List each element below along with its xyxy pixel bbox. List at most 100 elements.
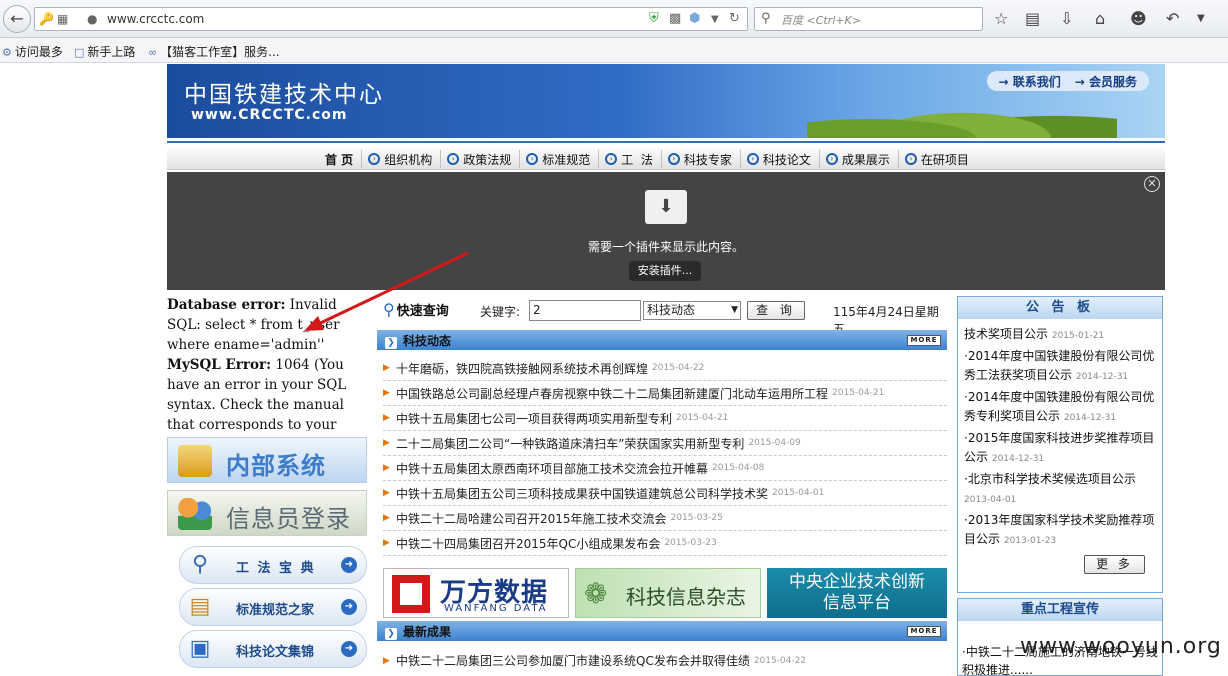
- notice-item[interactable]: 技术奖项目公示 2015-01-21: [964, 325, 1160, 347]
- nav-item-standards[interactable]: › 标准规范: [519, 150, 598, 168]
- reading-list-icon[interactable]: ▤: [1025, 9, 1040, 28]
- news-title[interactable]: 二十二局集团二公司“一种铁路道床清扫车”荣获国家实用新型专利: [396, 435, 744, 452]
- undo-icon[interactable]: ↶: [1166, 9, 1179, 28]
- notice-item[interactable]: ·北京市科学技术奖候选项目公示 2013-04-01: [964, 470, 1160, 511]
- internal-system-button[interactable]: 内部系统: [167, 437, 367, 483]
- search-button[interactable]: 查 询: [747, 301, 805, 320]
- list-item[interactable]: ▶ 二十二局集团二公司“一种铁路道床清扫车”荣获国家实用新型专利 2015-04-0…: [383, 431, 947, 456]
- list-item[interactable]: ▶ 中铁二十二局哈建公司召开2015年施工技术交流会 2015-03-25: [383, 506, 947, 531]
- search-bar[interactable]: ⚲ 百度 <Ctrl+K>: [754, 7, 983, 31]
- list-item[interactable]: ▶ 中国铁路总公司副总经理卢春房视察中铁二十二局集团新建厦门北动车运用所工程 201…: [383, 381, 947, 406]
- hexagon-icon[interactable]: ⬢: [689, 11, 700, 26]
- news-title[interactable]: 中铁十五局集团太原西南环项目部施工技术交流会拉开帷幕: [396, 460, 708, 477]
- bookmark-getting-started[interactable]: □ 新手上路: [74, 43, 135, 60]
- method-handbook-link[interactable]: ⚲ 工 法 宝 典 ➜: [179, 546, 367, 584]
- menu-dropdown-icon[interactable]: ▼: [1197, 13, 1205, 24]
- nav-item-policy[interactable]: › 政策法规: [440, 150, 519, 168]
- member-service-link[interactable]: → 会员服务: [1075, 73, 1137, 90]
- list-item[interactable]: ▶ 中铁十五局集团七公司一项目获得两项实用新型专利 2015-04-21: [383, 406, 947, 431]
- nav-item-experts[interactable]: › 科技专家: [660, 150, 740, 168]
- address-bar[interactable]: 🔑 ▦ ● www.crcctc.com ⛨ ▩ ⬢ ▼ ↻: [34, 7, 748, 31]
- keyword-label: 关键字:: [480, 305, 521, 319]
- nav-item-achievements[interactable]: › 成果展示: [818, 150, 898, 168]
- quick-search-label: 快速查询: [396, 304, 449, 319]
- latest-more-button[interactable]: MORE: [907, 626, 941, 637]
- magnifier-icon: ⚲: [383, 300, 395, 319]
- bullet-arrow-icon: ▶: [383, 655, 390, 666]
- category-select[interactable]: 科技动态 ▼: [643, 301, 741, 320]
- top-links: → 联系我们 → 会员服务: [986, 71, 1149, 91]
- reload-icon[interactable]: ↻: [729, 11, 740, 26]
- close-icon[interactable]: ✕: [1144, 176, 1160, 192]
- back-button[interactable]: ←: [3, 5, 31, 33]
- list-item[interactable]: ▶ 中铁十五局集团五公司三项科技成果获中国铁道建筑总公司科学技术奖 2015-04-…: [383, 481, 947, 506]
- nav-home[interactable]: 首 页: [325, 151, 353, 168]
- home-icon[interactable]: ⌂: [1095, 9, 1105, 28]
- papers-collection-link[interactable]: ▣ 科技论文集锦 ➜: [179, 630, 367, 668]
- bullet-arrow-icon: ▶: [383, 363, 390, 373]
- bullet-arrow-icon: ▶: [383, 488, 390, 498]
- notice-item[interactable]: ·2014年度中国铁建股份有限公司优秀工法获奖项目公示 2014-12-31: [964, 347, 1160, 388]
- news-title[interactable]: 中铁十五局集团五公司三项科技成果获中国铁道建筑总公司科学技术奖: [396, 485, 768, 502]
- news-title[interactable]: 中铁十五局集团七公司一项目获得两项实用新型专利: [396, 410, 672, 427]
- tech-magazine-ad[interactable]: ❁ 科技信息杂志: [575, 568, 761, 618]
- notice-item[interactable]: ·2014年度中国铁建股份有限公司优秀专利奖项目公示 2014-12-31: [964, 388, 1160, 429]
- url-text[interactable]: www.crcctc.com: [107, 12, 204, 26]
- notice-item[interactable]: ·2013年度国家科学技术奖励推荐项目公示 2013-01-23: [964, 511, 1160, 548]
- download-icon[interactable]: ⇩: [1060, 9, 1073, 28]
- list-item[interactable]: ▶ 中铁二十四局集团召开2015年QC小组成果发布会 2015-03-23: [383, 531, 947, 556]
- dropdown-arrow-icon[interactable]: ▼: [711, 14, 719, 25]
- section-title: 科技动态: [403, 334, 452, 348]
- tech-news-more-button[interactable]: MORE: [907, 335, 941, 346]
- qr-code-icon[interactable]: ▩: [669, 11, 681, 26]
- notice-title[interactable]: ·北京市科学技术奖候选项目公示: [964, 472, 1136, 486]
- shield-icon[interactable]: ⛨: [649, 11, 659, 26]
- keyword-input[interactable]: 2: [529, 300, 641, 321]
- notice-title[interactable]: ·2013年度国家科学技术奖励推荐项目公示: [964, 513, 1154, 547]
- chat-icon[interactable]: ☻: [1130, 9, 1147, 28]
- search-placeholder[interactable]: 百度 <Ctrl+K>: [781, 12, 861, 28]
- news-date: 2015-04-21: [832, 388, 885, 398]
- nav-label: 组织机构: [384, 152, 433, 167]
- plugin-download-icon: ⬇: [645, 190, 687, 224]
- wanfang-data-ad[interactable]: 万方数据 WANFANG DATA: [383, 568, 569, 618]
- magnifier-icon: ⚲: [191, 552, 209, 577]
- news-title[interactable]: 中国铁路总公司副总经理卢春房视察中铁二十二局集团新建厦门北动车运用所工程: [396, 385, 828, 402]
- notice-more-button[interactable]: 更 多: [1084, 555, 1145, 574]
- contact-us-link[interactable]: → 联系我们: [999, 73, 1061, 90]
- wanfang-logo: [392, 575, 430, 613]
- page-icon: □: [74, 46, 85, 59]
- notice-item[interactable]: ·2015年度国家科技进步奖推荐项目公示 2014-12-31: [964, 429, 1160, 470]
- informant-login-button[interactable]: 信息员登录: [167, 490, 367, 536]
- innovation-platform-ad[interactable]: 中央企业技术创新信息平台: [767, 568, 947, 618]
- news-title[interactable]: 中铁二十二局哈建公司召开2015年施工技术交流会: [396, 510, 667, 527]
- notice-date: 2015-01-21: [1051, 331, 1105, 341]
- bookmark-maoke[interactable]: ∞ 【猫客工作室】服务...: [148, 43, 280, 60]
- nav-item-papers[interactable]: › 科技论文: [739, 150, 819, 168]
- main-nav: 首 页 › 组织机构 › 政策法规 › 标准规范 › 工 法 › 科技专家 › 科技论文 ›…: [167, 148, 1165, 170]
- banner-divider: [167, 141, 1165, 143]
- nav-item-methods[interactable]: › 工 法: [598, 150, 661, 168]
- chevron-down-icon: ▼: [731, 305, 738, 315]
- nav-label: 科技论文: [762, 152, 811, 167]
- bookmark-most-visited[interactable]: ⚙ 访问最多: [2, 43, 63, 60]
- star-icon[interactable]: ☆: [994, 9, 1008, 28]
- news-title[interactable]: 中铁二十二局集团三公司参加厦门市建设系统QC发布会并取得佳绩: [396, 652, 750, 669]
- nav-bullet-icon: ›: [667, 153, 680, 165]
- ad-title: 科技信息杂志: [626, 585, 746, 609]
- nav-item-organization[interactable]: › 组织机构: [361, 150, 440, 168]
- globe-icon: ●: [87, 12, 98, 26]
- news-title[interactable]: 中铁二十四局集团召开2015年QC小组成果发布会: [396, 535, 660, 552]
- install-plugin-button[interactable]: 安装插件...: [629, 261, 701, 281]
- news-date: 2015-04-08: [712, 463, 765, 473]
- news-title[interactable]: 十年磨砺，铁四院高铁接触网系统技术再创辉煌: [396, 360, 648, 377]
- list-item[interactable]: ▶ 中铁二十二局集团三公司参加厦门市建设系统QC发布会并取得佳绩 2015-04-2…: [383, 648, 947, 673]
- notice-title[interactable]: 技术奖项目公示: [964, 327, 1048, 341]
- document-icon: ▤: [189, 594, 211, 619]
- list-item[interactable]: ▶ 十年磨砺，铁四院高铁接触网系统技术再创辉煌 2015-04-22: [383, 356, 947, 381]
- list-item[interactable]: ▶ 中铁十五局集团太原西南环项目部施工技术交流会拉开帷幕 2015-04-08: [383, 456, 947, 481]
- nav-item-projects[interactable]: › 在研项目: [897, 150, 977, 168]
- bullet-arrow-icon: ▶: [383, 513, 390, 523]
- standards-home-link[interactable]: ▤ 标准规范之家 ➜: [179, 588, 367, 626]
- notice-title[interactable]: ·2014年度中国铁建股份有限公司优秀专利奖项目公示: [964, 390, 1154, 424]
